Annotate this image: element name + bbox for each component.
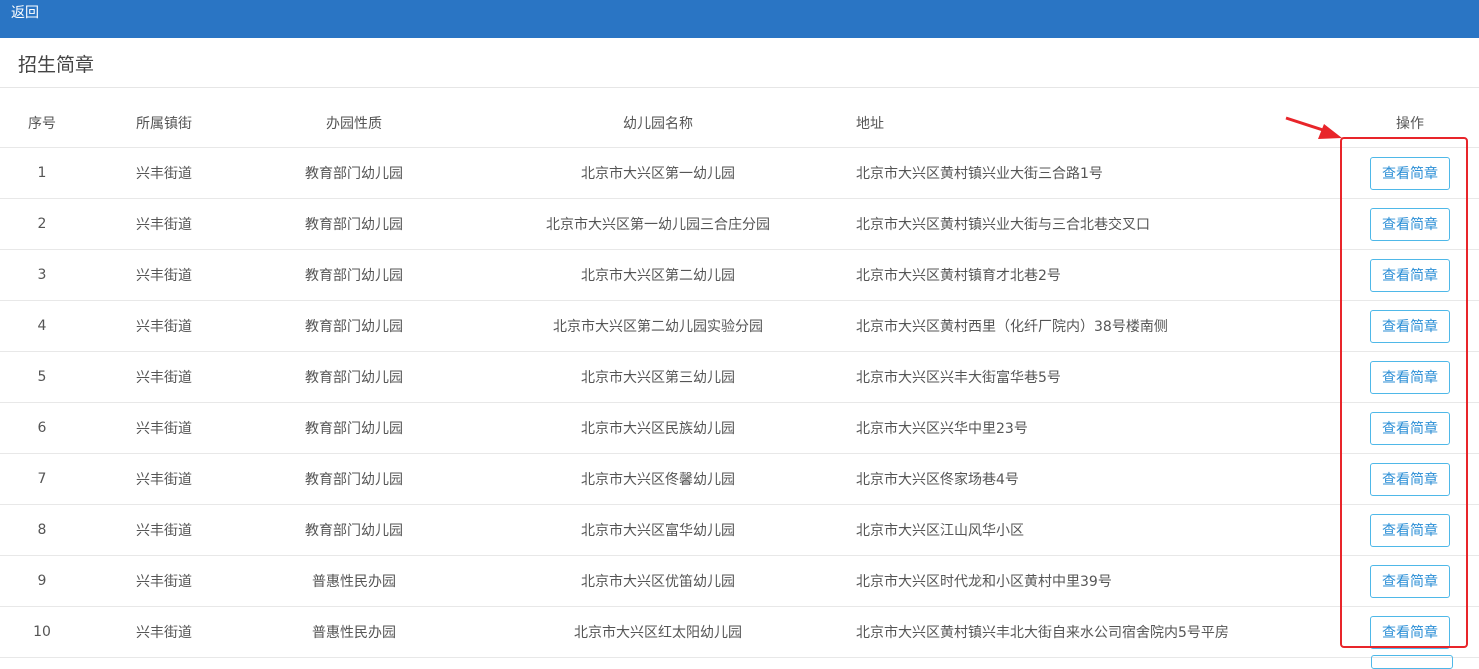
annotation-arrow-icon	[1285, 116, 1342, 139]
cell-address: 北京市大兴区兴华中里23号	[856, 421, 1028, 437]
cell-address: 北京市大兴区佟家场巷4号	[856, 472, 1019, 488]
table-row: 1 兴丰街道 教育部门幼儿园 北京市大兴区第一幼儿园 北京市大兴区黄村镇兴业大街三合路1…	[0, 148, 1479, 199]
cell-type: 教育部门幼儿园	[305, 523, 403, 539]
cell-type: 普惠性民办园	[312, 625, 396, 641]
cell-street: 兴丰街道	[136, 472, 192, 488]
cell-name: 北京市大兴区第一幼儿园	[581, 166, 735, 182]
annotation-highlight-box	[1340, 137, 1468, 648]
cell-type: 教育部门幼儿园	[305, 421, 403, 437]
cell-type: 教育部门幼儿园	[305, 319, 403, 335]
cell-type: 普惠性民办园	[312, 574, 396, 590]
header-street: 所属镇街	[136, 115, 192, 132]
header-seq: 序号	[28, 115, 56, 132]
cell-address: 北京市大兴区兴丰大街富华巷5号	[856, 370, 1061, 386]
cell-type: 教育部门幼儿园	[305, 370, 403, 386]
cell-seq: 5	[37, 369, 47, 385]
cell-name: 北京市大兴区富华幼儿园	[581, 523, 735, 539]
cell-name: 北京市大兴区第三幼儿园	[581, 370, 735, 386]
cell-address: 北京市大兴区黄村镇兴业大街与三合北巷交叉口	[856, 217, 1150, 233]
cell-name: 北京市大兴区优笛幼儿园	[581, 574, 735, 590]
cell-seq: 7	[37, 471, 47, 487]
back-link[interactable]: 返回	[11, 4, 39, 22]
table-row: 10 兴丰街道 普惠性民办园 北京市大兴区红太阳幼儿园 北京市大兴区黄村镇兴丰北大街自来…	[0, 607, 1479, 658]
page-title: 招生简章	[18, 54, 95, 76]
table-row: 5 兴丰街道 教育部门幼儿园 北京市大兴区第三幼儿园 北京市大兴区兴丰大街富华巷5号 查看…	[0, 352, 1479, 403]
cell-name: 北京市大兴区第二幼儿园	[581, 268, 735, 284]
cell-name: 北京市大兴区佟馨幼儿园	[581, 472, 735, 488]
cell-seq: 4	[37, 318, 47, 334]
cell-seq: 8	[37, 522, 47, 538]
cell-address: 北京市大兴区江山风华小区	[856, 523, 1024, 539]
cell-street: 兴丰街道	[136, 523, 192, 539]
cell-address: 北京市大兴区黄村西里（化纤厂院内）38号楼南侧	[856, 319, 1168, 335]
cell-type: 教育部门幼儿园	[305, 472, 403, 488]
cell-address: 北京市大兴区黄村镇育才北巷2号	[856, 268, 1061, 284]
table-row: 3 兴丰街道 教育部门幼儿园 北京市大兴区第二幼儿园 北京市大兴区黄村镇育才北巷2号 查看…	[0, 250, 1479, 301]
cell-street: 兴丰街道	[136, 217, 192, 233]
cell-street: 兴丰街道	[136, 625, 192, 641]
cell-street: 兴丰街道	[136, 370, 192, 386]
table-row: 7 兴丰街道 教育部门幼儿园 北京市大兴区佟馨幼儿园 北京市大兴区佟家场巷4号 查看简章	[0, 454, 1479, 505]
cell-address: 北京市大兴区黄村镇兴丰北大街自来水公司宿舍院内5号平房	[856, 625, 1229, 641]
cell-seq: 1	[37, 165, 47, 181]
cell-name: 北京市大兴区第二幼儿园实验分园	[553, 319, 763, 335]
header-address: 地址	[856, 115, 884, 132]
cell-street: 兴丰街道	[136, 574, 192, 590]
top-bar: 返回	[0, 0, 1479, 38]
header-type: 办园性质	[326, 115, 382, 132]
cell-seq: 2	[37, 216, 47, 232]
cell-name: 北京市大兴区第一幼儿园三合庄分园	[546, 217, 770, 233]
cell-street: 兴丰街道	[136, 166, 192, 182]
cell-seq: 9	[37, 573, 47, 589]
table-row: 4 兴丰街道 教育部门幼儿园 北京市大兴区第二幼儿园实验分园 北京市大兴区黄村西里（化纤…	[0, 301, 1479, 352]
title-divider	[0, 87, 1479, 88]
partial-view-button[interactable]	[1371, 655, 1453, 669]
cell-street: 兴丰街道	[136, 421, 192, 437]
cell-street: 兴丰街道	[136, 319, 192, 335]
table-body: 1 兴丰街道 教育部门幼儿园 北京市大兴区第一幼儿园 北京市大兴区黄村镇兴业大街三合路1…	[0, 148, 1479, 658]
table-header-row: 序号 所属镇街 办园性质 幼儿园名称 地址 操作	[0, 98, 1479, 148]
cell-type: 教育部门幼儿园	[305, 268, 403, 284]
table-row: 9 兴丰街道 普惠性民办园 北京市大兴区优笛幼儿园 北京市大兴区时代龙和小区黄村中里39…	[0, 556, 1479, 607]
cell-name: 北京市大兴区民族幼儿园	[581, 421, 735, 437]
table-row: 8 兴丰街道 教育部门幼儿园 北京市大兴区富华幼儿园 北京市大兴区江山风华小区 查看简章	[0, 505, 1479, 556]
cell-name: 北京市大兴区红太阳幼儿园	[574, 625, 742, 641]
cell-type: 教育部门幼儿园	[305, 166, 403, 182]
table-row: 6 兴丰街道 教育部门幼儿园 北京市大兴区民族幼儿园 北京市大兴区兴华中里23号 查看简章	[0, 403, 1479, 454]
cell-seq: 6	[37, 420, 47, 436]
header-name: 幼儿园名称	[623, 115, 693, 132]
cell-seq: 3	[37, 267, 47, 283]
cell-address: 北京市大兴区时代龙和小区黄村中里39号	[856, 574, 1112, 590]
cell-address: 北京市大兴区黄村镇兴业大街三合路1号	[856, 166, 1103, 182]
cell-type: 教育部门幼儿园	[305, 217, 403, 233]
admissions-table: 序号 所属镇街 办园性质 幼儿园名称 地址 操作 1 兴丰街道 教育部门幼儿园 北京市…	[0, 98, 1479, 658]
table-row: 2 兴丰街道 教育部门幼儿园 北京市大兴区第一幼儿园三合庄分园 北京市大兴区黄村镇兴业大…	[0, 199, 1479, 250]
cell-street: 兴丰街道	[136, 268, 192, 284]
cell-seq: 10	[33, 624, 51, 640]
